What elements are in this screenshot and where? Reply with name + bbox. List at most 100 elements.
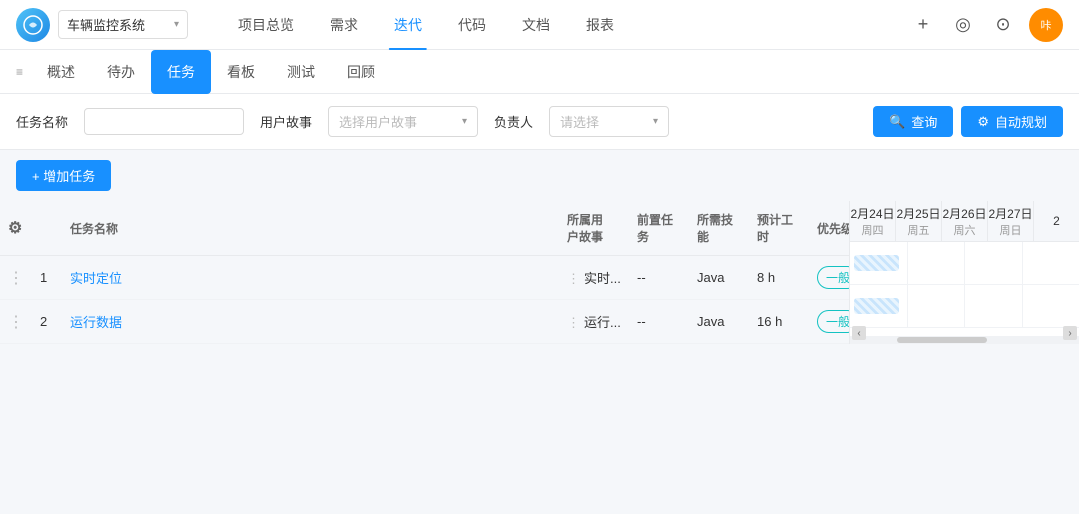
assignee-select[interactable]: 请选择 ▾ <box>549 106 669 137</box>
task-name-input[interactable] <box>84 108 244 135</box>
main-nav: 项目总览 需求 迭代 代码 文档 报表 <box>220 0 901 50</box>
settings-col-header: ⚙ <box>0 201 32 256</box>
avatar-text: 咔 <box>1041 17 1052 33</box>
sub-nav: ≡ 概述 待办 任务 看板 测试 回顾 <box>0 50 1079 94</box>
skill-cell: Java <box>689 300 749 344</box>
gantt-day-date: 2月27日 <box>988 205 1032 222</box>
row-num: 2 <box>32 300 62 344</box>
query-label: 查询 <box>911 112 937 131</box>
gantt-day-weekday: 周日 <box>1000 222 1022 238</box>
avatar[interactable]: 咔 <box>1029 8 1063 42</box>
gantt-row-2 <box>850 285 1079 328</box>
sub-nav-overview[interactable]: 概述 <box>31 50 91 94</box>
user-story-arrow-icon: ▾ <box>462 116 467 127</box>
gantt-day-date: 2 <box>1053 214 1060 228</box>
auto-plan-button[interactable]: ⚙ 自动规划 <box>961 106 1063 137</box>
auto-label: 自动规划 <box>995 112 1047 131</box>
gantt-day-weekday: 周六 <box>954 222 976 238</box>
sub-nav-todo[interactable]: 待办 <box>91 50 151 94</box>
nav-item-requirements[interactable]: 需求 <box>312 0 376 50</box>
story-cell: ⋮运行... <box>559 300 629 344</box>
task-name-cell: 实时定位 <box>62 256 559 300</box>
gantt-bar-1[interactable] <box>854 255 899 271</box>
gantt-day-weekday: 周四 <box>862 222 884 238</box>
gantt-header: 2月24日周四2月25日周五2月26日周六2月27日周日2 <box>850 201 1079 242</box>
user-story-select[interactable]: 选择用户故事 ▾ <box>328 106 478 137</box>
gantt-bar-2[interactable] <box>854 298 899 314</box>
estimate-col-header: 预计工时 <box>749 201 809 256</box>
user-story-label: 用户故事 <box>260 112 312 131</box>
table-settings-icon[interactable]: ⚙ <box>8 220 22 237</box>
row-menu-icon[interactable]: ⋮ <box>8 314 24 331</box>
filter-actions: 🔍 查询 ⚙ 自动规划 <box>873 106 1063 137</box>
add-task-bar: + 增加任务 <box>0 150 1079 201</box>
gantt-area: 2月24日周四2月25日周五2月26日周六2月27日周日2 ‹ <box>849 201 1079 344</box>
estimate-cell: 16 h <box>749 300 809 344</box>
query-button[interactable]: 🔍 查询 <box>873 106 953 137</box>
settings-icon: ⚙ <box>977 114 989 130</box>
filter-bar: 任务名称 用户故事 选择用户故事 ▾ 负责人 请选择 ▾ 🔍 查询 ⚙ 自动规划 <box>0 94 1079 150</box>
name-col-header: 任务名称 <box>62 201 559 256</box>
nav-item-code[interactable]: 代码 <box>440 0 504 50</box>
nav-item-overview[interactable]: 项目总览 <box>220 0 312 50</box>
sub-nav-arrow-icon[interactable]: ≡ <box>16 65 23 79</box>
settings-cell: ⋮ <box>0 256 32 300</box>
gantt-scrollbar[interactable]: ‹ › <box>850 336 1079 344</box>
nav-item-reports[interactable]: 报表 <box>568 0 632 50</box>
gantt-scroll-thumb[interactable] <box>897 337 987 343</box>
sub-nav-kanban[interactable]: 看板 <box>211 50 271 94</box>
gantt-day-4: 2月27日周日 <box>988 201 1034 241</box>
gantt-day-date: 2月26日 <box>942 205 986 222</box>
skill-cell: Java <box>689 256 749 300</box>
project-name: 车辆监控系统 <box>67 15 145 34</box>
task-name-cell: 运行数据 <box>62 300 559 344</box>
target-icon[interactable]: ◎ <box>949 11 977 39</box>
gantt-cell <box>908 242 966 284</box>
num-col-header <box>32 201 62 256</box>
logo <box>16 8 50 42</box>
assignee-label: 负责人 <box>494 112 533 131</box>
story-col-header: 所属用户故事 <box>559 201 629 256</box>
sub-nav-review[interactable]: 回顾 <box>331 50 391 94</box>
gantt-day-1: 2月24日周四 <box>850 201 896 241</box>
gantt-day-3: 2月26日周六 <box>942 201 988 241</box>
estimate-cell: 8 h <box>749 256 809 300</box>
gantt-scroll-right-icon[interactable]: › <box>1063 326 1077 340</box>
gantt-day-5: 2 <box>1034 201 1079 241</box>
row-menu-icon[interactable]: ⋮ <box>8 270 24 287</box>
gantt-day-weekday: 周五 <box>908 222 930 238</box>
gantt-cell <box>1023 242 1079 284</box>
dots-icon[interactable]: ⋮ <box>567 315 580 330</box>
gantt-row-1 <box>850 242 1079 285</box>
gantt-scroll-left-icon[interactable]: ‹ <box>852 326 866 340</box>
add-task-label: + 增加任务 <box>32 166 95 185</box>
sub-nav-task[interactable]: 任务 <box>151 50 211 94</box>
project-selector[interactable]: 车辆监控系统 ▾ <box>58 10 188 39</box>
chevron-down-icon: ▾ <box>174 19 179 30</box>
nav-item-iteration[interactable]: 迭代 <box>376 0 440 50</box>
gantt-cell <box>850 242 908 284</box>
search-icon: 🔍 <box>889 114 905 130</box>
gantt-cell <box>1023 285 1079 327</box>
add-icon[interactable]: + <box>909 11 937 39</box>
gantt-cell <box>908 285 966 327</box>
task-name-link[interactable]: 实时定位 <box>70 271 122 286</box>
user-story-placeholder: 选择用户故事 <box>339 112 458 131</box>
gantt-cell <box>965 242 1023 284</box>
nav-item-docs[interactable]: 文档 <box>504 0 568 50</box>
gantt-day-date: 2月24日 <box>850 205 894 222</box>
add-task-button[interactable]: + 增加任务 <box>16 160 111 191</box>
gantt-cell <box>965 285 1023 327</box>
dots-icon[interactable]: ⋮ <box>567 271 580 286</box>
skill-col-header: 所需技能 <box>689 201 749 256</box>
alert-icon[interactable]: ⊙ <box>989 11 1017 39</box>
header: 车辆监控系统 ▾ 项目总览 需求 迭代 代码 文档 报表 + ◎ ⊙ 咔 <box>0 0 1079 50</box>
gantt-day-date: 2月25日 <box>896 205 940 222</box>
assignee-placeholder: 请选择 <box>560 112 649 131</box>
settings-cell: ⋮ <box>0 300 32 344</box>
prereq-col-header: 前置任务 <box>629 201 689 256</box>
row-num: 1 <box>32 256 62 300</box>
task-name-link[interactable]: 运行数据 <box>70 315 122 330</box>
gantt-cell <box>850 285 908 327</box>
sub-nav-test[interactable]: 测试 <box>271 50 331 94</box>
